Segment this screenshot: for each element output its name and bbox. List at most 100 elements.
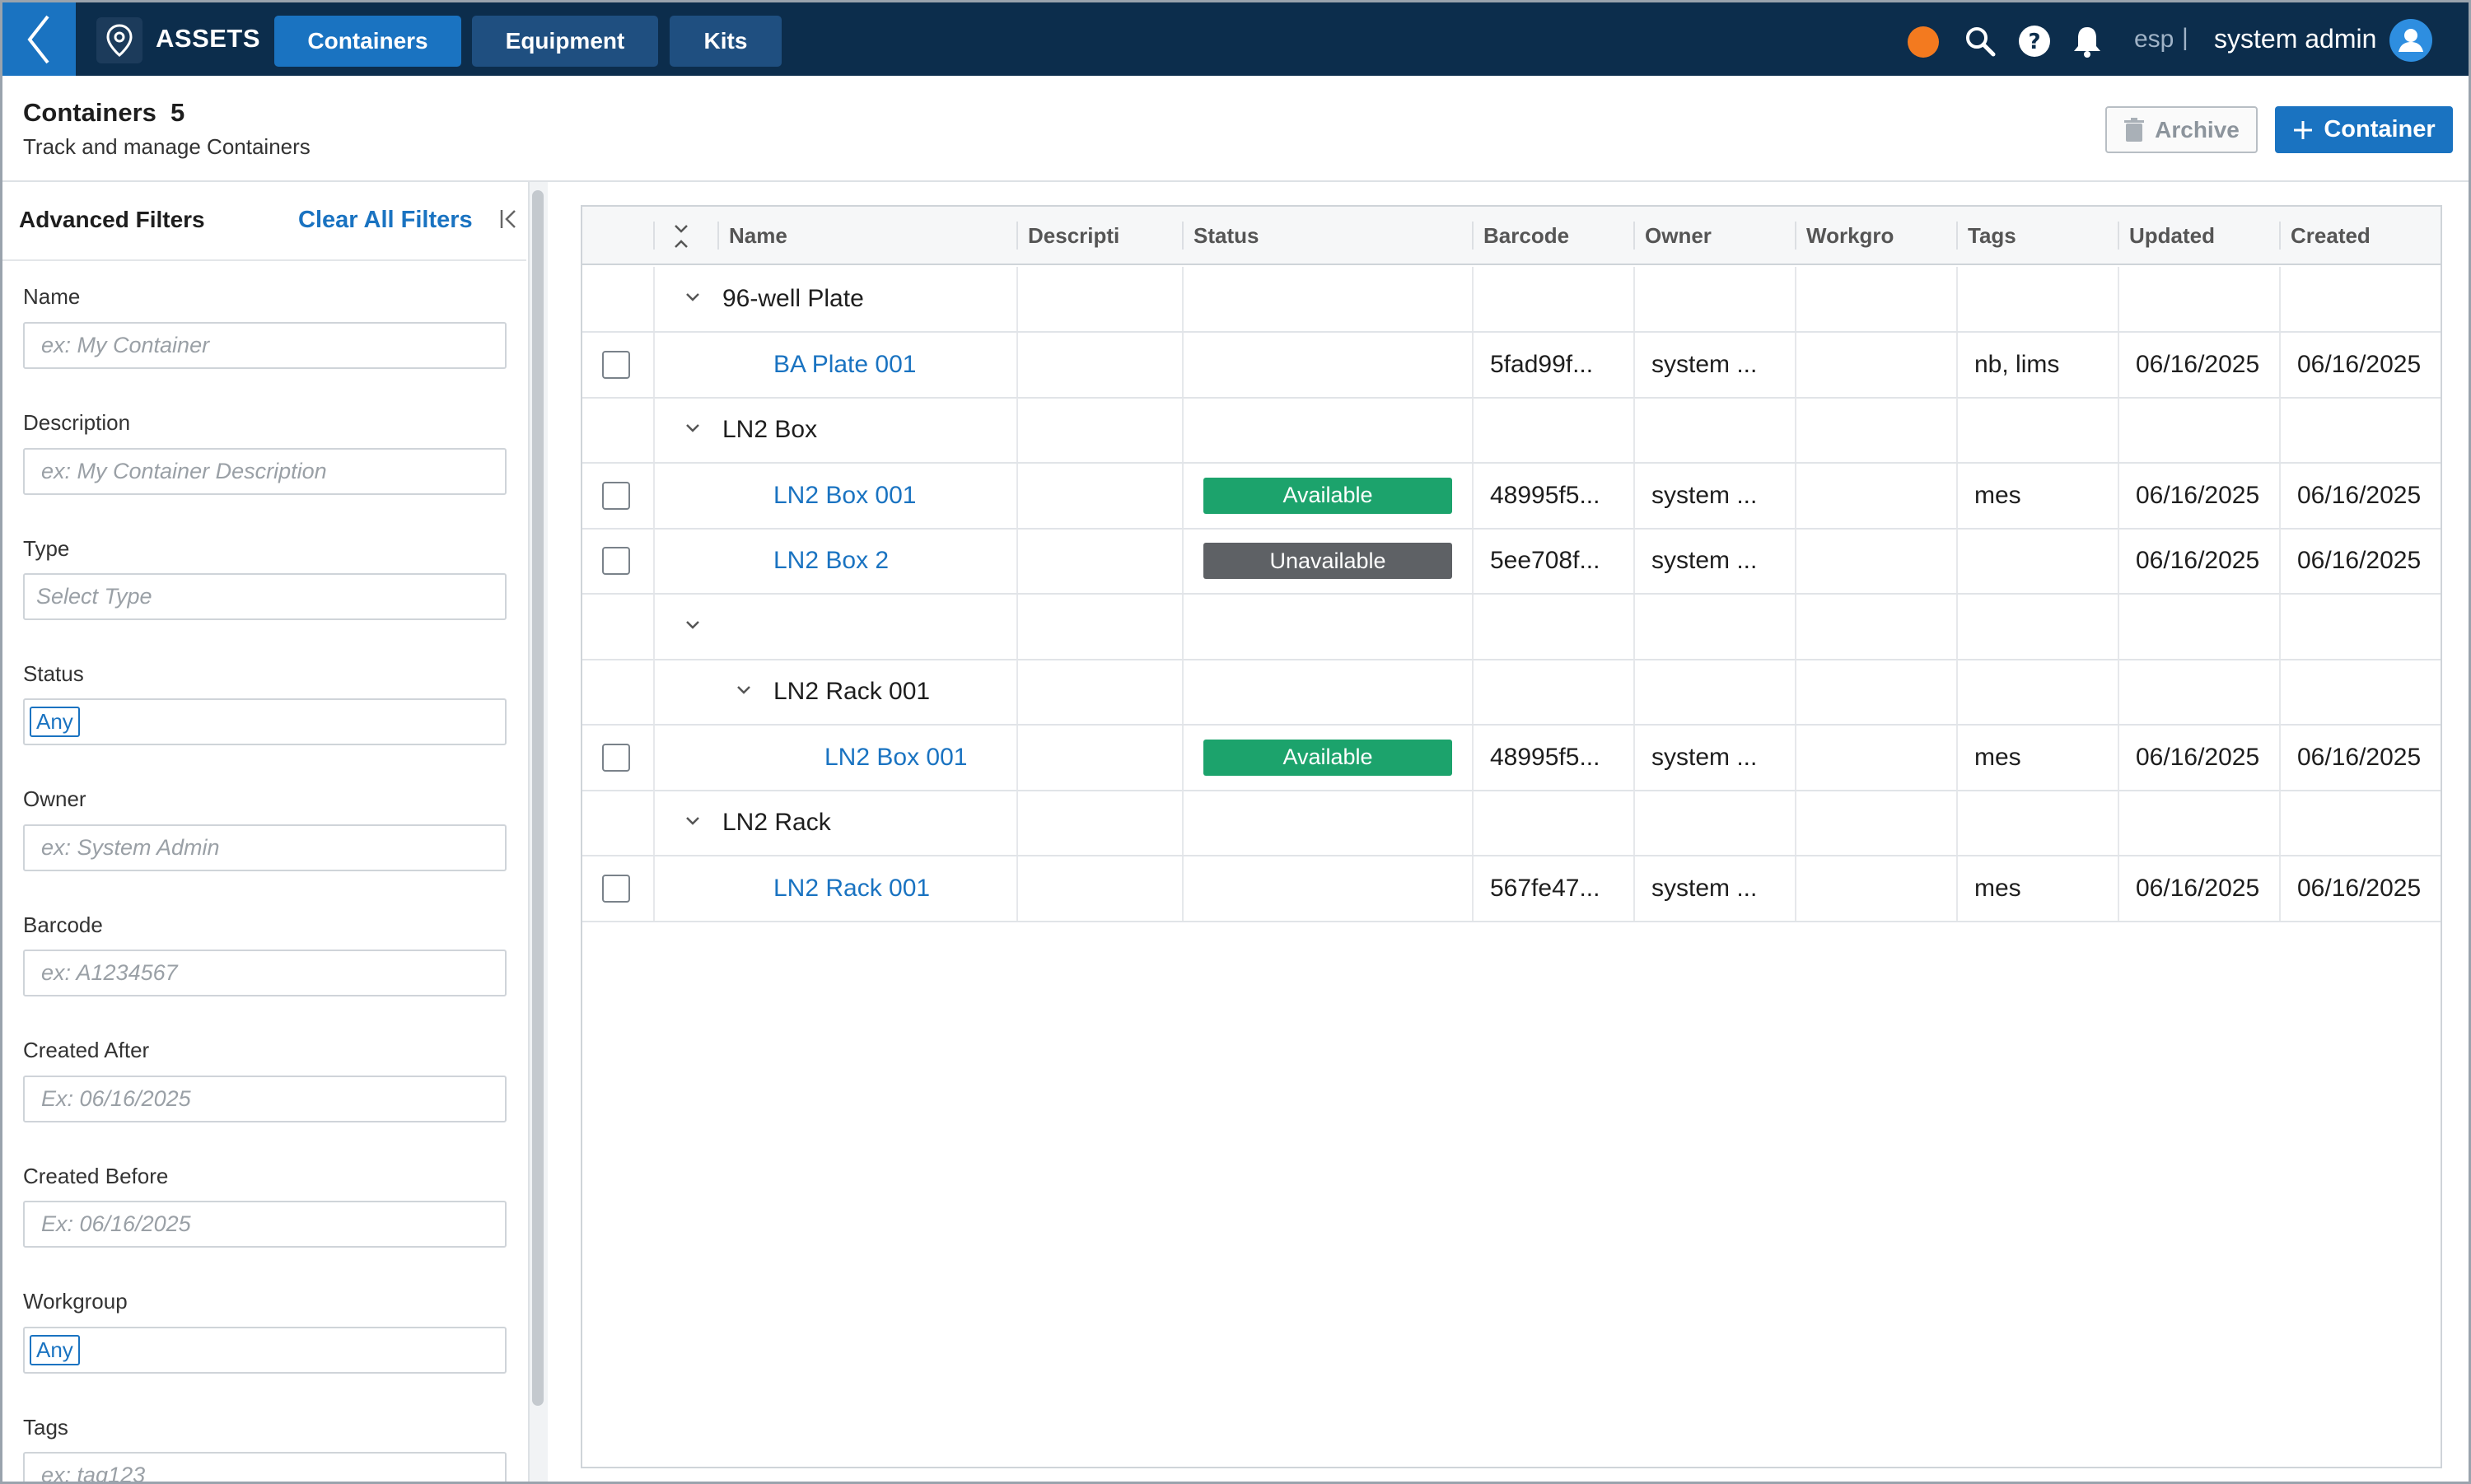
column-divider: [1956, 725, 1958, 790]
container-name-link[interactable]: BA Plate 001: [773, 333, 916, 397]
table-row[interactable]: LN2 Rack 001 567fe47... system ... mes 06/16…: [582, 856, 2441, 922]
table-row[interactable]: LN2 Box 2 Unavailable 5ee708f... system ...…: [582, 529, 2441, 595]
column-divider: [2118, 332, 2119, 397]
sidebar-title: Advanced Filters: [19, 207, 205, 232]
app-window: ASSETS Containers Equipment Kits ? esp |…: [0, 0, 2471, 1484]
cell-created: 06/16/2025: [2297, 743, 2422, 771]
group-row[interactable]: [582, 594, 2441, 660]
chevron-down-icon[interactable]: [679, 283, 707, 311]
cell-owner: system ...: [1651, 547, 1758, 574]
column-header-workgroup[interactable]: Workgro: [1795, 207, 1956, 265]
containers-grid: Name Descripti Status Barcode Owner Work…: [581, 205, 2442, 1468]
page-subtitle: Track and manage Containers: [23, 134, 311, 159]
back-button[interactable]: [2, 2, 76, 76]
column-divider: [1472, 529, 1474, 593]
column-divider: [2118, 856, 2119, 921]
type-filter-select[interactable]: Select Type: [23, 573, 507, 620]
group-row[interactable]: LN2 Rack: [582, 791, 2441, 856]
status-indicator[interactable]: [1908, 26, 1939, 58]
column-divider: [1182, 332, 1184, 397]
status-filter-select[interactable]: Any: [23, 698, 507, 745]
tab-equipment[interactable]: Equipment: [472, 16, 658, 67]
column-divider: [1633, 398, 1635, 462]
column-divider: [1182, 594, 1184, 659]
cell-created: 06/16/2025: [2297, 350, 2422, 378]
cell-updated: 06/16/2025: [2136, 743, 2260, 771]
row-checkbox[interactable]: [602, 350, 630, 379]
column-divider: [2118, 791, 2119, 855]
tab-kits[interactable]: Kits: [670, 16, 782, 67]
group-row[interactable]: 96-well Plate: [582, 267, 2441, 333]
tags-filter-input[interactable]: ex: tag123: [23, 1452, 507, 1482]
row-checkbox[interactable]: [602, 481, 630, 510]
cell-tags: mes: [1974, 874, 2021, 902]
add-container-button[interactable]: Container: [2275, 106, 2453, 153]
chevron-down-icon[interactable]: [679, 611, 707, 639]
column-divider: [1182, 856, 1184, 921]
table-row[interactable]: LN2 Box 001 Available 48995f5... system ...…: [582, 463, 2441, 530]
collapse-sidebar-icon[interactable]: [497, 207, 521, 231]
trash-icon: [2124, 117, 2145, 142]
container-name-link[interactable]: LN2 Box 2: [773, 529, 889, 593]
tab-containers[interactable]: Containers: [274, 16, 461, 67]
created-after-filter-input[interactable]: Ex: 06/16/2025: [23, 1076, 507, 1122]
user-name[interactable]: system admin: [2214, 24, 2376, 54]
help-button[interactable]: ?: [2017, 24, 2052, 58]
row-checkbox[interactable]: [602, 547, 630, 575]
owner-filter-input[interactable]: ex: System Admin: [23, 824, 507, 871]
group-row[interactable]: LN2 Box: [582, 398, 2441, 464]
column-divider: [1016, 529, 1018, 593]
notifications-button[interactable]: [2070, 24, 2104, 58]
column-divider: [1633, 660, 1635, 724]
column-divider: [2279, 463, 2281, 528]
column-divider: [1182, 398, 1184, 462]
svg-text:?: ?: [2028, 30, 2040, 54]
expand-collapse-all-button[interactable]: [671, 207, 709, 265]
table-row[interactable]: BA Plate 001 5fad99f... system ... nb, lims…: [582, 332, 2441, 399]
created-before-filter-input[interactable]: Ex: 06/16/2025: [23, 1201, 507, 1248]
chevron-down-icon[interactable]: [730, 676, 758, 704]
column-header-barcode[interactable]: Barcode: [1472, 207, 1633, 265]
column-header-description[interactable]: Descripti: [1016, 207, 1181, 265]
description-filter-input[interactable]: ex: My Container Description: [23, 448, 507, 495]
status-chip-any[interactable]: Any: [30, 707, 80, 737]
workgroup-chip-any[interactable]: Any: [30, 1335, 80, 1365]
column-divider: [1472, 332, 1474, 397]
container-name-link[interactable]: LN2 Box 001: [824, 726, 967, 790]
workgroup-filter-select[interactable]: Any: [23, 1327, 507, 1374]
group-row[interactable]: LN2 Rack 001: [582, 660, 2441, 726]
cell-owner: system ...: [1651, 481, 1758, 509]
column-header-owner[interactable]: Owner: [1633, 207, 1795, 265]
column-divider: [2118, 529, 2119, 593]
sidebar-divider: [2, 259, 526, 261]
column-header-tags[interactable]: Tags: [1956, 207, 2118, 265]
search-button[interactable]: [1963, 24, 1997, 58]
column-header-status[interactable]: Status: [1182, 207, 1472, 265]
column-divider: [653, 856, 655, 921]
column-header-updated[interactable]: Updated: [2118, 207, 2279, 265]
user-avatar-icon: [2399, 29, 2423, 52]
status-badge: Available: [1203, 477, 1452, 514]
column-divider: [2118, 725, 2119, 790]
avatar[interactable]: [2389, 19, 2432, 62]
chevron-down-icon[interactable]: [679, 807, 707, 835]
name-filter-input[interactable]: ex: My Container: [23, 322, 507, 369]
column-divider: [1956, 660, 1958, 724]
cell-barcode: 48995f5...: [1490, 481, 1600, 509]
container-name-link[interactable]: LN2 Box 001: [773, 464, 916, 528]
column-divider: [2118, 267, 2119, 331]
column-header-created[interactable]: Created: [2279, 207, 2441, 265]
row-checkbox[interactable]: [602, 874, 630, 903]
row-checkbox[interactable]: [602, 743, 630, 772]
table-row[interactable]: LN2 Box 001 Available 48995f5... system ...…: [582, 725, 2441, 791]
column-divider: [1016, 332, 1018, 397]
chevron-down-icon[interactable]: [679, 414, 707, 442]
archive-button[interactable]: Archive: [2105, 106, 2258, 153]
barcode-filter-input[interactable]: ex: A1234567: [23, 950, 507, 996]
clear-all-filters-link[interactable]: Clear All Filters: [298, 207, 473, 234]
sidebar-scrollbar-thumb[interactable]: [532, 190, 544, 1406]
column-divider: [2279, 791, 2281, 855]
column-divider: [1472, 398, 1474, 462]
language-selector[interactable]: esp: [2134, 26, 2174, 54]
container-name-link[interactable]: LN2 Rack 001: [773, 856, 930, 921]
